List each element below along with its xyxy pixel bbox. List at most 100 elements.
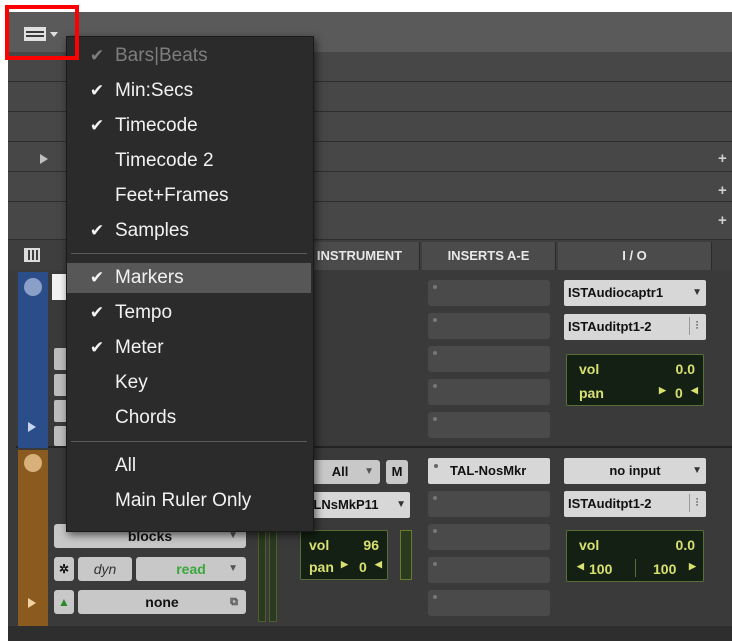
menu-item-all[interactable]: All — [67, 451, 311, 481]
insert-slot[interactable] — [428, 557, 550, 583]
instrument-vol-pan-display[interactable]: vol 96 pan ▶ 0 ◀ — [300, 530, 388, 580]
insert-slot[interactable] — [428, 524, 550, 550]
chevron-down-icon: ▼ — [364, 466, 374, 477]
track-1-input-label: ISTAudiocaptr1 — [568, 285, 664, 300]
chevron-down-icon: ▼ — [692, 287, 702, 298]
menu-separator — [71, 441, 307, 442]
insert-slot[interactable] — [428, 313, 550, 339]
track-1-expand-icon[interactable] — [28, 422, 36, 432]
insert-a-label: TAL-NosMkr — [450, 463, 527, 478]
menu-item-timecode[interactable]: ✔ Timecode — [67, 111, 311, 141]
pan-divider — [635, 559, 636, 577]
pan-label: pan — [309, 559, 334, 575]
automation-mode-selector[interactable]: read ▼ — [136, 557, 246, 581]
chevron-down-icon: ▼ — [692, 465, 702, 476]
menu-item-key[interactable]: Key — [67, 368, 311, 398]
vol-label: vol — [579, 361, 600, 377]
dyn-button[interactable]: dyn — [78, 557, 132, 581]
insert-slot[interactable] — [428, 590, 550, 616]
pan-left-arrow-icon: ◀ — [375, 559, 382, 569]
add-ruler-icon[interactable]: + — [718, 212, 727, 229]
instrument-plugin-selector[interactable]: ALNsMkP11 ▼ — [300, 492, 410, 518]
mute-label: M — [391, 464, 403, 479]
pan-value: 0 — [675, 385, 683, 401]
insert-slot[interactable] — [428, 379, 550, 405]
menu-separator — [71, 253, 307, 254]
expand-triangle-icon[interactable] — [40, 154, 48, 164]
tuner-icon[interactable]: ▲ — [54, 590, 74, 614]
mute-button[interactable]: M — [386, 460, 408, 484]
pan-right-value: 100 — [653, 561, 677, 577]
pan-left-arrow-icon: ◀ — [577, 561, 584, 571]
insert-slot[interactable] — [428, 412, 550, 438]
pan-value: 0 — [359, 559, 367, 575]
add-ruler-icon[interactable]: + — [718, 182, 727, 199]
record-safe-icon[interactable]: ✲ — [54, 557, 74, 581]
bottom-bar — [8, 626, 732, 641]
instrument-meter — [400, 530, 412, 580]
pan-right-arrow-icon: ▶ — [689, 561, 696, 571]
menu-item-markers[interactable]: ✔ Markers — [67, 263, 311, 293]
insert-slot[interactable] — [428, 491, 550, 517]
track-1-output-selector[interactable]: ISTAuditpt1-2 ⫶ — [564, 314, 706, 340]
add-ruler-icon[interactable]: + — [718, 150, 727, 167]
output-window-icon: ⫶ — [689, 494, 704, 512]
highlight-box — [5, 5, 79, 60]
checkmark-icon: ✔ — [89, 338, 105, 357]
vol-label: vol — [579, 537, 600, 553]
instrument-midi-input-label: All — [331, 464, 349, 479]
chevron-down-icon: ▼ — [228, 563, 238, 574]
group-label: none — [145, 594, 179, 610]
insert-slot[interactable] — [428, 346, 550, 372]
menu-item-min-secs[interactable]: ✔ Min:Secs — [67, 76, 311, 106]
track-1-output-label: ISTAuditpt1-2 — [568, 319, 652, 334]
column-header-io: I / O — [558, 242, 712, 270]
column-view-selector-icon[interactable] — [24, 248, 40, 262]
pan-left-arrow-icon: ◀ — [691, 385, 698, 395]
checkmark-icon: ✔ — [89, 46, 105, 65]
track-2-input-selector[interactable]: no input ▼ — [564, 458, 706, 484]
menu-item-feet-frames[interactable]: Feet+Frames — [67, 181, 311, 211]
dyn-label: dyn — [93, 561, 117, 577]
menu-item-chords[interactable]: Chords — [67, 403, 311, 433]
checkmark-icon: ✔ — [89, 268, 105, 287]
edit-window: + + + INSTRUMENT INSERTS A-E I / O ISTAu… — [8, 12, 732, 641]
track-2-expand-icon[interactable] — [28, 598, 36, 608]
track-1-vol-pan-display[interactable]: vol 0.0 pan ▶ 0 ◀ — [566, 354, 704, 406]
menu-item-timecode-2[interactable]: Timecode 2 — [67, 146, 311, 176]
vol-value: 0.0 — [675, 537, 695, 553]
menu-item-meter[interactable]: ✔ Meter — [67, 333, 311, 363]
ruler-view-menu: ✔ Bars|Beats ✔ Min:Secs ✔ Timecode Timec… — [66, 36, 314, 532]
track-1-input-selector[interactable]: ISTAudiocaptr1 ▼ — [564, 280, 706, 306]
output-window-icon: ⫶ — [689, 317, 704, 335]
menu-item-bars-beats[interactable]: ✔ Bars|Beats — [67, 41, 311, 71]
column-header-instrument: INSTRUMENT — [300, 242, 420, 270]
automation-mode-label: read — [176, 561, 206, 577]
checkmark-icon: ✔ — [89, 81, 105, 100]
insert-a-slot[interactable]: TAL-NosMkr — [428, 458, 550, 484]
track-2-output-selector[interactable]: ISTAuditpt1-2 ⫶ — [564, 491, 706, 517]
vol-label: vol — [309, 537, 330, 553]
vol-value: 96 — [363, 537, 379, 553]
track-2-input-label: no input — [609, 463, 661, 478]
chevron-down-icon: ▼ — [396, 499, 406, 510]
group-selector[interactable]: none ⧉ — [78, 590, 246, 614]
pan-left-value: 100 — [589, 561, 613, 577]
menu-item-tempo[interactable]: ✔ Tempo — [67, 298, 311, 328]
checkmark-icon: ✔ — [89, 221, 105, 240]
menu-item-samples[interactable]: ✔ Samples — [67, 216, 311, 246]
track-1-collapse-icon[interactable] — [24, 278, 42, 296]
checkmark-icon: ✔ — [89, 116, 105, 135]
checkmark-icon: ✔ — [89, 303, 105, 322]
insert-bypass-icon — [434, 464, 438, 468]
menu-item-main-ruler-only[interactable]: Main Ruler Only — [67, 486, 311, 516]
pan-right-arrow-icon: ▶ — [659, 385, 666, 395]
track-2-output-label: ISTAuditpt1-2 — [568, 496, 652, 511]
pan-label: pan — [579, 385, 604, 401]
insert-slot[interactable] — [428, 280, 550, 306]
vol-value: 0.0 — [675, 361, 695, 377]
window-icon: ⧉ — [230, 596, 238, 608]
column-header-inserts: INSERTS A-E — [422, 242, 556, 270]
track-2-vol-pan-display[interactable]: vol 0.0 ◀ 100 100 ▶ — [566, 530, 704, 582]
track-2-collapse-icon[interactable] — [24, 454, 42, 472]
